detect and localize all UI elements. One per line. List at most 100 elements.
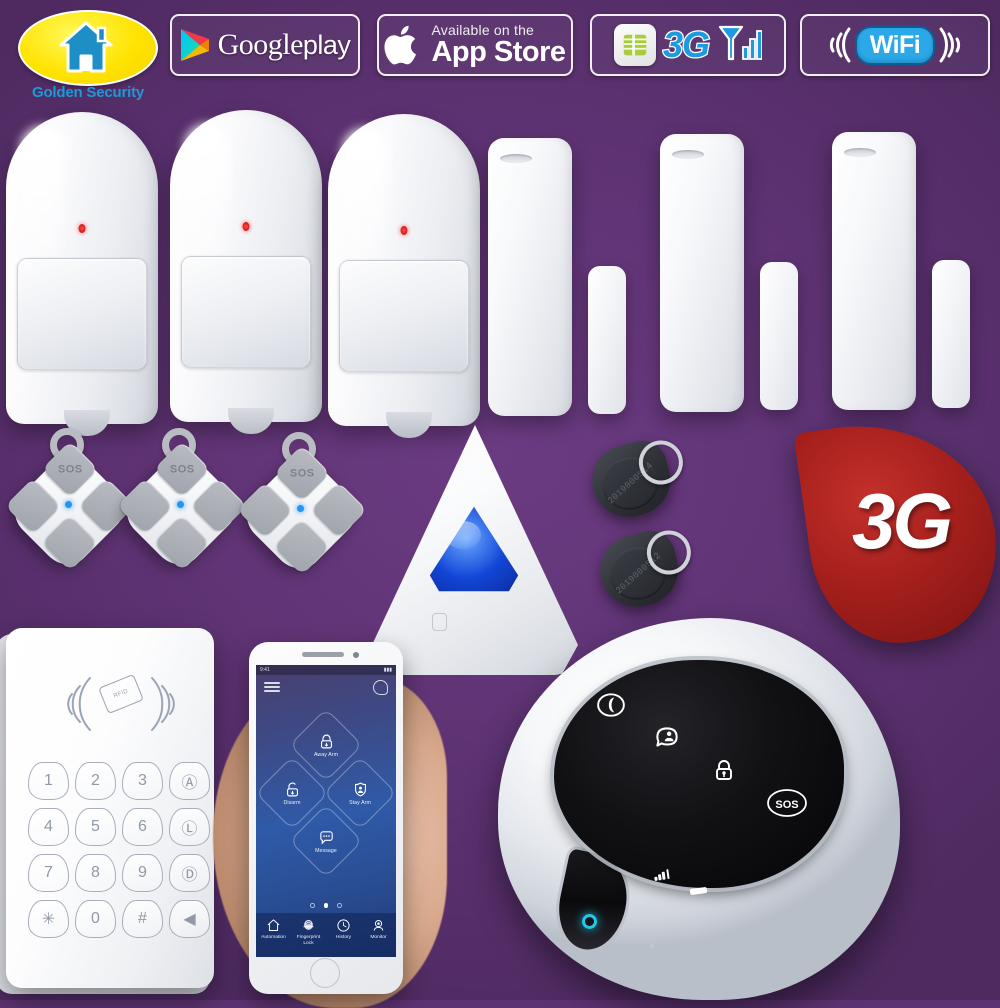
- hub-sos-icon[interactable]: SOS: [766, 788, 808, 818]
- wifi-waves-icon-right: [939, 27, 961, 63]
- wifi-waves-icon: [829, 27, 851, 63]
- hub-signal-bars-icon: [653, 868, 670, 882]
- contact-transmitter: [832, 132, 916, 410]
- key-bell[interactable]: ◀: [169, 900, 210, 938]
- fob-sos-label: SOS: [169, 463, 195, 476]
- house-icon: [59, 21, 113, 73]
- key-7[interactable]: 7: [28, 854, 69, 892]
- sim-card-icon: [613, 24, 656, 66]
- sim-3g-label: 3G: [662, 23, 712, 67]
- app-header: [256, 675, 396, 699]
- hub-lock-arm-icon[interactable]: [710, 756, 738, 784]
- google-play-triangle-icon: [180, 29, 209, 61]
- tab-fingerprint-lock[interactable]: Fingerprint Lock: [292, 918, 326, 946]
- key-lock[interactable]: Ⓛ: [169, 808, 210, 846]
- google-play-badge[interactable]: Googleplay: [170, 14, 360, 76]
- contact-transmitter: [488, 138, 572, 416]
- key-1[interactable]: 1: [28, 762, 69, 800]
- hub-home-arm-icon[interactable]: [652, 722, 682, 752]
- key-0[interactable]: 0: [75, 900, 116, 938]
- locked-padlock-down-arrow-icon: [320, 734, 332, 748]
- fob-led: [177, 501, 184, 508]
- fob-home-arm-button[interactable]: [41, 514, 99, 572]
- hamburger-menu-icon[interactable]: [264, 679, 280, 695]
- phone-home-button[interactable]: [310, 958, 340, 988]
- hub-power-led: [582, 914, 597, 929]
- keypad-rfid-reader-zone[interactable]: RFID: [46, 664, 196, 744]
- clock-icon: [337, 919, 350, 932]
- remote-key-fob: SOS: [116, 428, 248, 578]
- contact-magnet: [760, 262, 798, 410]
- fob-led: [65, 501, 72, 508]
- rfid-wireless-keypad: RFID 1 2 3 Ⓐ 4 5 6 Ⓛ 7 8 9 Ⓓ ✳ 0 # ◀: [0, 628, 220, 1000]
- sim-3g-badge: 3G: [590, 14, 786, 76]
- house-icon: [267, 919, 280, 931]
- key-2[interactable]: 2: [75, 762, 116, 800]
- key-hash[interactable]: #: [122, 900, 163, 938]
- phone-earpiece: [302, 652, 344, 657]
- rfid-key-tag: 2019000512: [592, 521, 704, 615]
- fob-home-arm-button[interactable]: [153, 514, 211, 572]
- phone-front-camera: [353, 652, 359, 658]
- pir-led-indicator: [242, 222, 250, 231]
- pir-motion-detector: [170, 110, 322, 434]
- contact-transmitter: [660, 134, 744, 412]
- pir-led-indicator: [400, 226, 408, 235]
- app-action-label: Disarm: [283, 799, 301, 806]
- google-play-line1: Google: [217, 28, 304, 61]
- keypad-face: RFID 1 2 3 Ⓐ 4 5 6 Ⓛ 7 8 9 Ⓓ ✳ 0 # ◀: [6, 628, 214, 988]
- fob-disarm-button[interactable]: [116, 477, 174, 535]
- page-dot[interactable]: [310, 903, 315, 908]
- app-store-line2: App Store: [431, 36, 566, 68]
- fingerprint-icon: [303, 919, 314, 930]
- tab-history[interactable]: History: [327, 918, 361, 941]
- contact-magnet: [588, 266, 626, 414]
- app-action-label: Away Arm: [313, 751, 339, 758]
- app-action-diamonds: Away Arm Disarm Stay Arm Message: [256, 708, 396, 891]
- tab-monitor[interactable]: Monitor: [362, 918, 396, 941]
- brand-logo: Golden Security: [12, 8, 164, 114]
- pir-fresnel-lens: [339, 260, 469, 372]
- fob-home-arm-button[interactable]: [273, 518, 331, 576]
- chat-bubble-icon[interactable]: [373, 679, 388, 695]
- page-dot-active[interactable]: [323, 903, 329, 908]
- door-window-contact: [488, 138, 648, 428]
- tab-label: Monitor: [370, 935, 387, 940]
- unlocked-padlock-icon: [286, 782, 298, 796]
- app-store-badge[interactable]: Available on the App Store: [377, 14, 573, 76]
- tab-label: Fingerprint Lock: [296, 935, 321, 946]
- hub-phone-icon[interactable]: [596, 690, 626, 720]
- tab-automation[interactable]: Automation: [257, 918, 291, 941]
- fob-arm-button[interactable]: [310, 481, 368, 539]
- key-3[interactable]: 3: [122, 762, 163, 800]
- key-6[interactable]: 6: [122, 808, 163, 846]
- phone-body: 9:41 ▮▮▮ Away Arm Disarm Stay Arm Messag…: [249, 642, 403, 994]
- contact-magnet: [932, 260, 970, 408]
- brand-name: Golden Security: [31, 84, 145, 101]
- key-4[interactable]: 4: [28, 808, 69, 846]
- rfid-card-label: RFID: [112, 688, 130, 700]
- wifi-label: WiFi: [854, 25, 936, 65]
- remote-key-fob: SOS: [236, 432, 368, 582]
- fob-led: [297, 505, 304, 512]
- hub-touch-panel: SOS: [554, 660, 844, 895]
- pir-fresnel-lens: [181, 256, 311, 368]
- key-disarm[interactable]: Ⓓ: [169, 854, 210, 892]
- rfid-key-tag: 2019000514: [584, 431, 696, 525]
- key-star[interactable]: ✳: [28, 900, 69, 938]
- three-g-droplet-badge: 3G: [793, 408, 1000, 654]
- fob-disarm-button[interactable]: [236, 481, 294, 539]
- phone-screen: 9:41 ▮▮▮ Away Arm Disarm Stay Arm Messag…: [256, 665, 396, 957]
- page-dot[interactable]: [337, 903, 342, 908]
- keypad-key-grid: 1 2 3 Ⓐ 4 5 6 Ⓛ 7 8 9 Ⓓ ✳ 0 # ◀: [28, 762, 210, 938]
- siren-learn-button[interactable]: [432, 613, 447, 631]
- pir-led-indicator: [78, 224, 86, 233]
- key-5[interactable]: 5: [75, 808, 116, 846]
- key-away-arm[interactable]: Ⓐ: [169, 762, 210, 800]
- camera-icon: [373, 920, 384, 931]
- wifi-badge: WiFi: [800, 14, 990, 76]
- fob-disarm-button[interactable]: [4, 477, 62, 535]
- smartphone-with-app: 9:41 ▮▮▮ Away Arm Disarm Stay Arm Messag…: [213, 642, 447, 1008]
- key-9[interactable]: 9: [122, 854, 163, 892]
- key-8[interactable]: 8: [75, 854, 116, 892]
